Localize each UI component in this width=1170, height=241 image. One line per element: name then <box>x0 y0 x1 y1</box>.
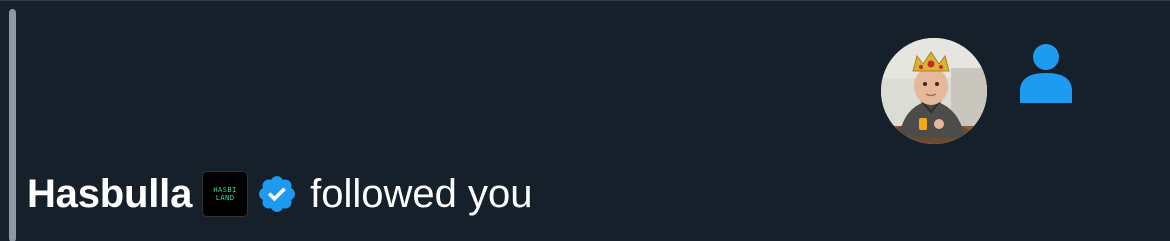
avatar[interactable] <box>881 38 987 144</box>
unread-indicator-bar <box>9 9 16 241</box>
affiliation-badge-line-2: LAND <box>215 194 235 202</box>
person-icon <box>1020 44 1072 103</box>
notification-text: Hasbulla HASBI LAND followed you <box>27 164 533 224</box>
verified-badge-icon[interactable] <box>256 173 298 215</box>
affiliation-badge[interactable]: HASBI LAND <box>202 171 249 217</box>
follow-notification[interactable]: Hasbulla HASBI LAND followed you <box>0 0 1170 241</box>
user-name[interactable]: Hasbulla <box>27 172 192 217</box>
action-text: followed you <box>310 171 533 216</box>
affiliation-badge-line-1: HASBI <box>213 186 237 194</box>
avatar-image <box>881 38 987 144</box>
